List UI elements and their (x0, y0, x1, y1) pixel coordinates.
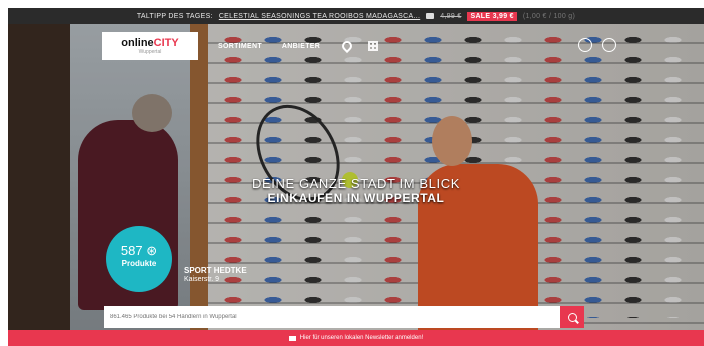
account-icons (578, 38, 616, 52)
gift-icon: ⊛ (146, 243, 158, 258)
nav-sortiment[interactable]: SORTIMENT (218, 43, 262, 50)
product-label: Produkte (121, 259, 157, 268)
main-nav: onlineCITY Wuppertal SORTIMENT ANBIETER (102, 32, 622, 60)
store-name: SPORT HEDTKE (184, 266, 247, 275)
unit-price: (1,00 € / 100 g) (522, 12, 576, 20)
hero-line-1: DEINE GANZE STADT IM BLICK (252, 176, 460, 191)
newsletter-bar[interactable]: Hier für unseren lokalen Newsletter anme… (8, 330, 704, 346)
bag-icon[interactable] (602, 38, 616, 52)
sale-badge: SALE 3,99 € (467, 11, 517, 21)
search-input[interactable] (104, 306, 560, 328)
logo-tagline: Wuppertal (138, 49, 162, 55)
grid-icon[interactable] (368, 41, 379, 51)
tip-prefix: TALTIPP DES TAGES: (136, 12, 213, 20)
search-bar (104, 306, 584, 328)
site-logo[interactable]: onlineCITY Wuppertal (102, 32, 198, 60)
tip-deal-link[interactable]: CELESTIAL SEASONINGS TEA ROOIBOS MADAGAS… (219, 13, 420, 20)
user-icon[interactable] (578, 38, 592, 52)
nav-anbieter[interactable]: ANBIETER (282, 43, 320, 50)
hero-heading: DEINE GANZE STADT IM BLICK EINKAUFEN IN … (8, 176, 704, 205)
product-count: 587 (120, 243, 143, 258)
store-caption[interactable]: SPORT HEDTKE Kaiserstr. 9 (184, 266, 247, 284)
envelope-icon (288, 335, 296, 341)
camera-icon (426, 13, 435, 19)
search-icon (567, 312, 577, 322)
old-price: 4,99 € (440, 12, 462, 20)
logo-city: CITY (153, 37, 179, 49)
product-count-badge[interactable]: 587 ⊛ Produkte (106, 226, 172, 292)
search-button[interactable] (560, 306, 584, 328)
newsletter-text: Hier für unseren lokalen Newsletter anme… (299, 335, 424, 341)
daily-tip-bar: TALTIPP DES TAGES: CELESTIAL SEASONINGS … (8, 8, 704, 24)
logo-online: online (121, 37, 154, 49)
store-address: Kaiserstr. 9 (184, 276, 220, 283)
page-frame: TALTIPP DES TAGES: CELESTIAL SEASONINGS … (8, 8, 704, 346)
map-pin-icon[interactable] (340, 38, 355, 54)
hero-line-2: EINKAUFEN IN WUPPERTAL (267, 191, 445, 205)
